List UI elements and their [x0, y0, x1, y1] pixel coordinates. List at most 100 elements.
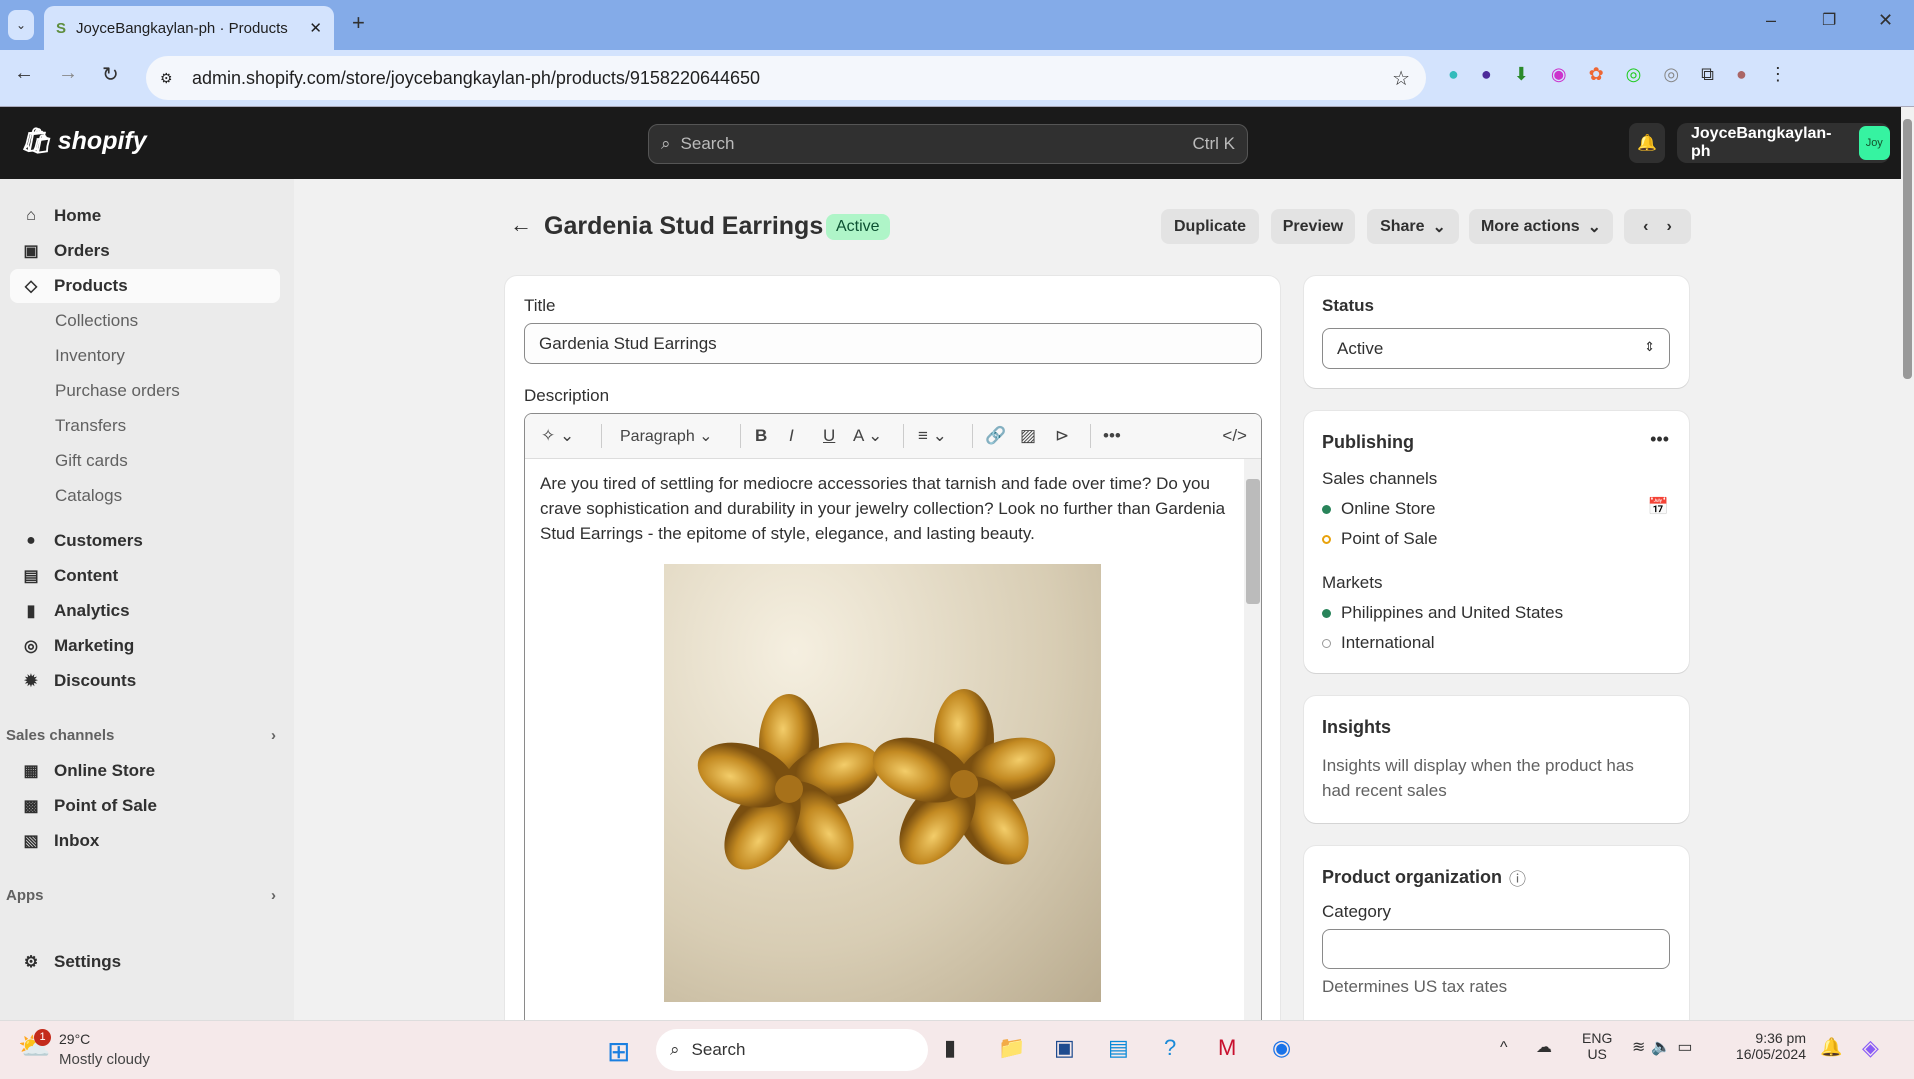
- store-icon[interactable]: ▣: [1054, 1035, 1075, 1061]
- more-options-icon[interactable]: •••: [1650, 429, 1669, 450]
- previous-product-icon[interactable]: ‹: [1643, 218, 1648, 236]
- label: Analytics: [54, 601, 130, 620]
- sidebar-item-gift-cards[interactable]: Gift cards: [10, 444, 280, 478]
- sales-channels-heading[interactable]: Sales channels ›: [6, 727, 276, 744]
- page-scrollbar[interactable]: [1901, 107, 1914, 1020]
- title-input[interactable]: Gardenia Stud Earrings: [524, 323, 1262, 364]
- task-view-icon[interactable]: ▮: [944, 1035, 956, 1061]
- home-icon: ⌂: [26, 207, 36, 224]
- chrome-icon[interactable]: ◉: [1272, 1035, 1291, 1061]
- store-menu[interactable]: JoyceBangkaylan-ph Joy: [1677, 123, 1890, 163]
- align-icon[interactable]: ≡ ⌄: [918, 426, 972, 446]
- sidebar-item-customers[interactable]: ● Customers: [10, 524, 280, 558]
- gear-icon: ⚙: [23, 954, 39, 971]
- paragraph-format-select[interactable]: Paragraph ⌄: [620, 426, 740, 446]
- insert-video-icon[interactable]: ⊳: [1055, 426, 1090, 446]
- close-window-button[interactable]: ✕: [1878, 10, 1893, 31]
- schedule-calendar-icon[interactable]: 📅: [1648, 497, 1669, 517]
- minimize-button[interactable]: –: [1766, 10, 1776, 31]
- back-icon[interactable]: ←: [14, 62, 34, 85]
- file-explorer-icon[interactable]: 📁: [998, 1035, 1025, 1061]
- sidebar-item-products[interactable]: ◇ Products: [10, 269, 280, 303]
- copilot-icon[interactable]: ◈: [1862, 1035, 1879, 1061]
- sidebar-item-orders[interactable]: ▣ Orders: [10, 234, 280, 268]
- site-settings-icon[interactable]: ⚙: [160, 70, 173, 87]
- clock[interactable]: 9:36 pm 16/05/2024: [1732, 1030, 1806, 1062]
- bookmark-star-icon[interactable]: ☆: [1392, 66, 1410, 91]
- preview-button[interactable]: Preview: [1271, 209, 1355, 244]
- profile-avatar[interactable]: ●: [1736, 64, 1747, 85]
- sidebar-item-home[interactable]: ⌂ Home: [10, 199, 280, 233]
- show-hidden-icons[interactable]: ^: [1500, 1039, 1508, 1057]
- reload-icon[interactable]: ↻: [102, 62, 119, 87]
- page-scrollbar-thumb[interactable]: [1903, 119, 1912, 379]
- language-indicator[interactable]: ENG US: [1582, 1030, 1612, 1062]
- browser-menu-icon[interactable]: ⋮: [1769, 64, 1787, 85]
- mcafee-icon[interactable]: M: [1218, 1035, 1236, 1061]
- extension-icon[interactable]: ◎: [1626, 64, 1642, 85]
- sidebar-item-settings[interactable]: ⚙ Settings: [10, 945, 280, 979]
- shopify-logo[interactable]: 🛍 shopify: [20, 127, 147, 156]
- help-icon[interactable]: ?: [1164, 1035, 1176, 1061]
- back-arrow-icon[interactable]: ←: [510, 212, 532, 238]
- more-actions-button[interactable]: More actions ⌄: [1469, 209, 1613, 244]
- tab-search-button[interactable]: ⌄: [8, 10, 34, 40]
- notifications-bell-icon[interactable]: 🔔: [1629, 123, 1665, 163]
- italic-icon[interactable]: I: [789, 426, 823, 446]
- sidebar-item-discounts[interactable]: ✹ Discounts: [10, 664, 280, 698]
- close-tab-icon[interactable]: ✕: [309, 19, 322, 37]
- extension-icon[interactable]: ◎: [1663, 64, 1679, 85]
- description-text[interactable]: Are you tired of settling for mediocre a…: [540, 471, 1230, 546]
- gold-flower-earrings-image: [697, 689, 1056, 870]
- new-tab-button[interactable]: +: [352, 10, 365, 36]
- sidebar-item-point-of-sale[interactable]: ▩ Point of Sale: [10, 789, 280, 823]
- underline-icon[interactable]: U: [823, 426, 853, 446]
- sidebar-item-analytics[interactable]: ▮ Analytics: [10, 594, 280, 628]
- myhp-icon[interactable]: ▤: [1108, 1035, 1129, 1061]
- info-icon[interactable]: ⓘ: [1509, 865, 1526, 890]
- status-select[interactable]: Active ⇕: [1322, 328, 1670, 369]
- sidebar-item-online-store[interactable]: ▦ Online Store: [10, 754, 280, 788]
- weather-text: Mostly cloudy: [59, 1051, 150, 1068]
- text-color-icon[interactable]: A ⌄: [853, 426, 903, 446]
- onedrive-icon[interactable]: ☁: [1536, 1037, 1552, 1057]
- category-input[interactable]: [1322, 929, 1670, 969]
- label: Inventory: [55, 346, 125, 365]
- more-formatting-icon[interactable]: •••: [1103, 426, 1183, 446]
- sidebar-item-purchase-orders[interactable]: Purchase orders: [10, 374, 280, 408]
- sidebar-item-transfers[interactable]: Transfers: [10, 409, 280, 443]
- ai-sparkle-icon[interactable]: ✧ ⌄: [541, 426, 601, 446]
- forward-icon[interactable]: →: [58, 62, 78, 85]
- product-image-earrings: [664, 564, 1101, 1002]
- bold-icon[interactable]: B: [755, 426, 789, 446]
- extensions-puzzle-icon[interactable]: ⧉: [1701, 64, 1714, 85]
- sidebar-item-collections[interactable]: Collections: [10, 304, 280, 338]
- apps-heading[interactable]: Apps ›: [6, 887, 276, 904]
- scrollbar-thumb[interactable]: [1246, 479, 1260, 604]
- insert-image-icon[interactable]: ▨: [1020, 426, 1055, 446]
- share-button[interactable]: Share ⌄: [1367, 209, 1459, 244]
- wifi-volume-battery-icons[interactable]: ≋🔈▭: [1632, 1037, 1698, 1057]
- next-product-icon[interactable]: ›: [1667, 218, 1672, 236]
- restore-button[interactable]: ❐: [1822, 10, 1836, 30]
- show-html-icon[interactable]: </>: [1222, 426, 1247, 446]
- taskbar-search[interactable]: ⌕ Search: [656, 1029, 928, 1071]
- extension-icon[interactable]: ✿: [1589, 64, 1604, 85]
- editor-scrollbar[interactable]: [1244, 459, 1261, 1052]
- global-search[interactable]: ⌕ Search Ctrl K: [648, 124, 1248, 164]
- link-icon[interactable]: 🔗: [985, 426, 1020, 446]
- windows-start-icon[interactable]: ⊞: [607, 1035, 630, 1068]
- sidebar-item-catalogs[interactable]: Catalogs: [10, 479, 280, 513]
- extension-icon[interactable]: ●: [1448, 64, 1459, 85]
- sidebar-item-marketing[interactable]: ◎ Marketing: [10, 629, 280, 663]
- duplicate-button[interactable]: Duplicate: [1161, 209, 1259, 244]
- notification-bell-icon[interactable]: 🔔: [1820, 1037, 1842, 1058]
- sidebar-item-inbox[interactable]: ▧ Inbox: [10, 824, 280, 858]
- sidebar-item-content[interactable]: ▤ Content: [10, 559, 280, 593]
- url-bar[interactable]: ⚙ admin.shopify.com/store/joycebangkayla…: [146, 56, 1426, 100]
- browser-tab[interactable]: S JoyceBangkaylan-ph · Products ✕: [44, 6, 334, 50]
- extension-icon[interactable]: ⬇: [1514, 64, 1529, 85]
- sidebar-item-inventory[interactable]: Inventory: [10, 339, 280, 373]
- extension-icon[interactable]: ●: [1481, 64, 1492, 85]
- extension-icon[interactable]: ◉: [1551, 64, 1567, 85]
